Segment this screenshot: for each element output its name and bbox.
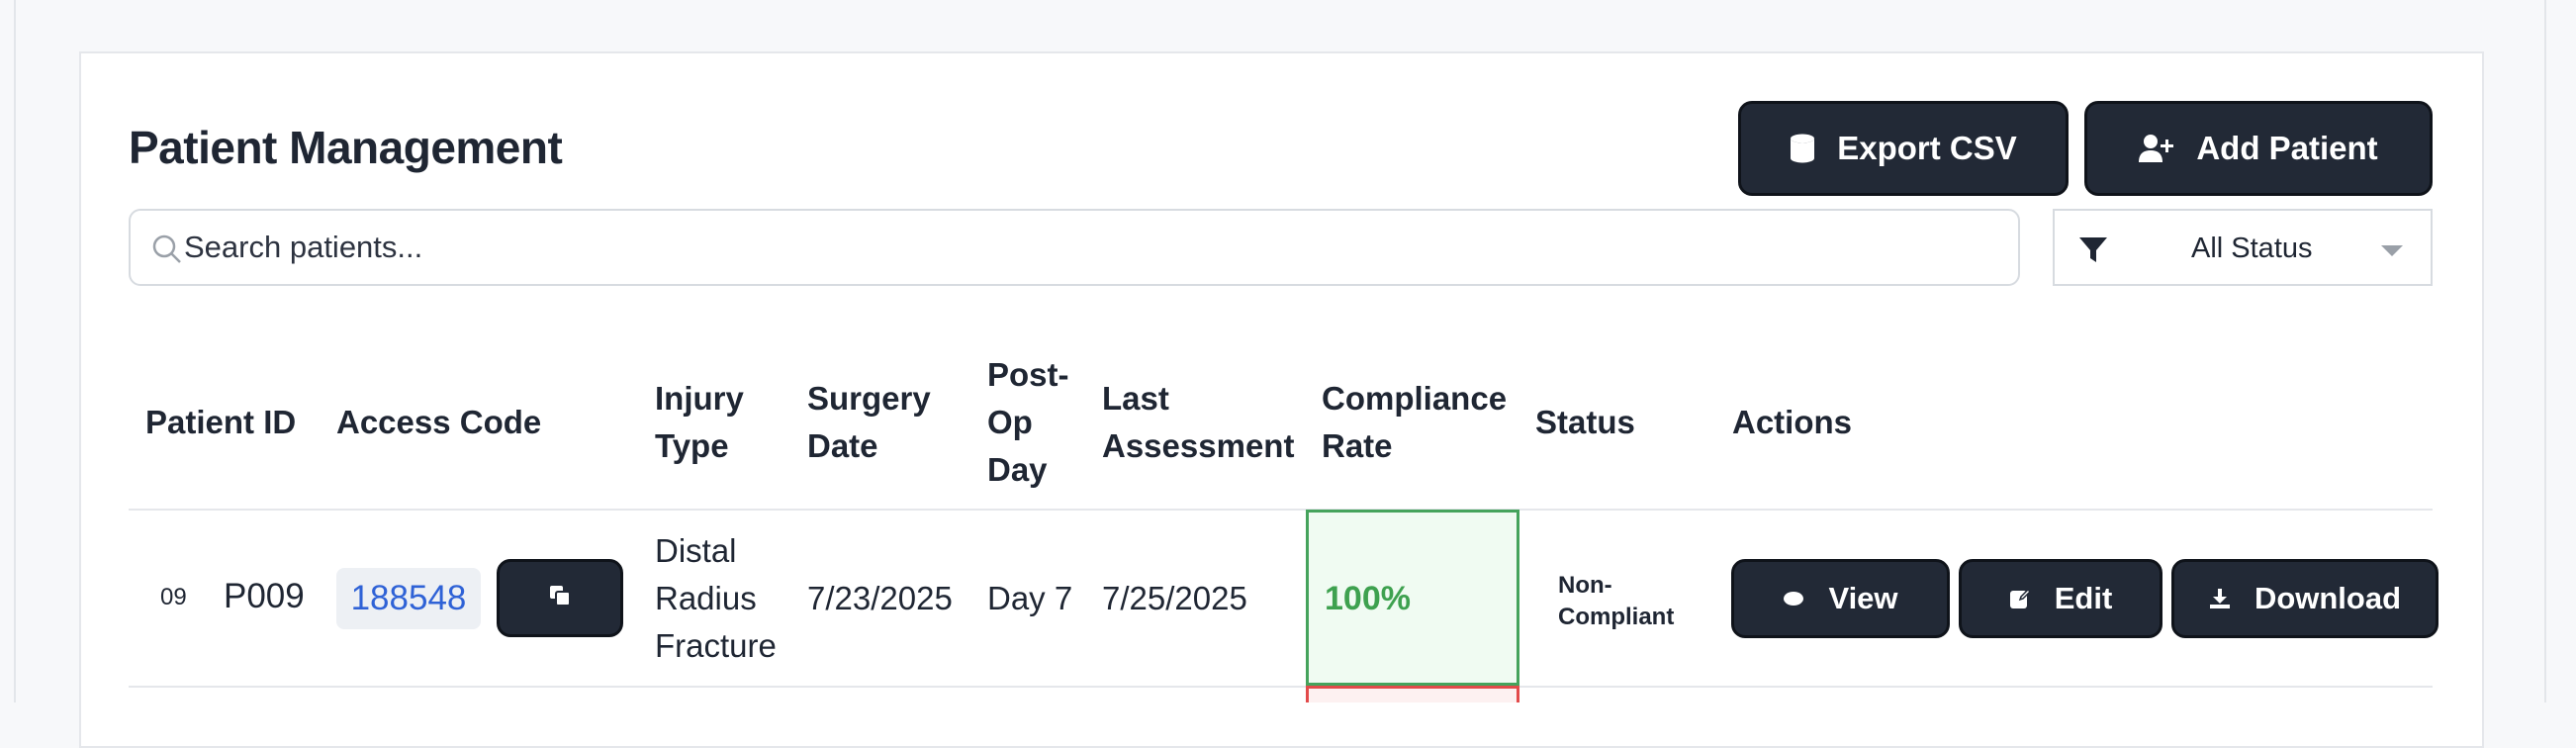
header-access-code: Access Code [336,404,542,440]
patient-id-cell: P009 [224,577,305,615]
filter-icon [2078,235,2108,270]
compliance-rate-value: 100% [1325,580,1411,617]
last-assessment-cell: 7/25/2025 [1102,580,1247,616]
database-icon [1790,134,1815,163]
chevron-down-icon [2381,244,2403,262]
search-icon [152,234,182,269]
download-button[interactable]: Download [2171,559,2438,638]
download-icon [2209,588,2231,609]
page-edge-left [14,0,16,702]
post-op-day-cell: Day 7 [987,580,1073,616]
add-patient-button[interactable]: Add Patient [2084,101,2433,196]
compliance-rate-cell-next-row [1306,686,1519,702]
header-surgery-date: Surgery Date [807,380,931,464]
edit-label: Edit [2054,581,2113,615]
status-filter-select[interactable]: All Status [2053,209,2433,286]
copy-access-code-button[interactable] [497,559,623,637]
row-number: 09 [160,584,187,610]
add-patient-label: Add Patient [2196,130,2378,166]
status-filter-value: All Status [2191,233,2313,264]
download-label: Download [2254,581,2402,615]
header-divider [129,509,2433,511]
header-post-op-day: Post- Op Day [987,356,1069,488]
edit-button[interactable]: Edit [1959,559,2162,638]
row-divider [129,686,2433,688]
eye-icon [1783,591,1804,607]
edit-icon [2009,588,2031,609]
injury-type-cell: Distal Radius Fracture [655,532,777,664]
status-badge: Non- Compliant [1558,572,1675,630]
surgery-date-cell: 7/23/2025 [807,580,953,616]
page-edge-right [2544,0,2546,702]
header-last-assessment: Last Assessment [1102,380,1295,464]
header-injury-type: Injury Type [655,380,744,464]
page-title: Patient Management [129,122,563,173]
header-status: Status [1535,404,1635,440]
header-actions: Actions [1732,404,1853,440]
export-csv-button[interactable]: Export CSV [1738,101,2069,196]
header-patient-id: Patient ID [145,404,297,440]
access-code-value[interactable]: 188548 [336,568,481,629]
view-button[interactable]: View [1731,559,1950,638]
search-box[interactable] [129,209,2020,286]
view-label: View [1828,581,1898,615]
search-input[interactable] [184,211,1965,284]
copy-icon [548,584,572,612]
export-csv-label: Export CSV [1837,130,2017,166]
header-compliance-rate: Compliance Rate [1322,380,1508,464]
user-plus-icon [2139,134,2174,163]
compliance-rate-cell: 100% [1306,510,1519,686]
